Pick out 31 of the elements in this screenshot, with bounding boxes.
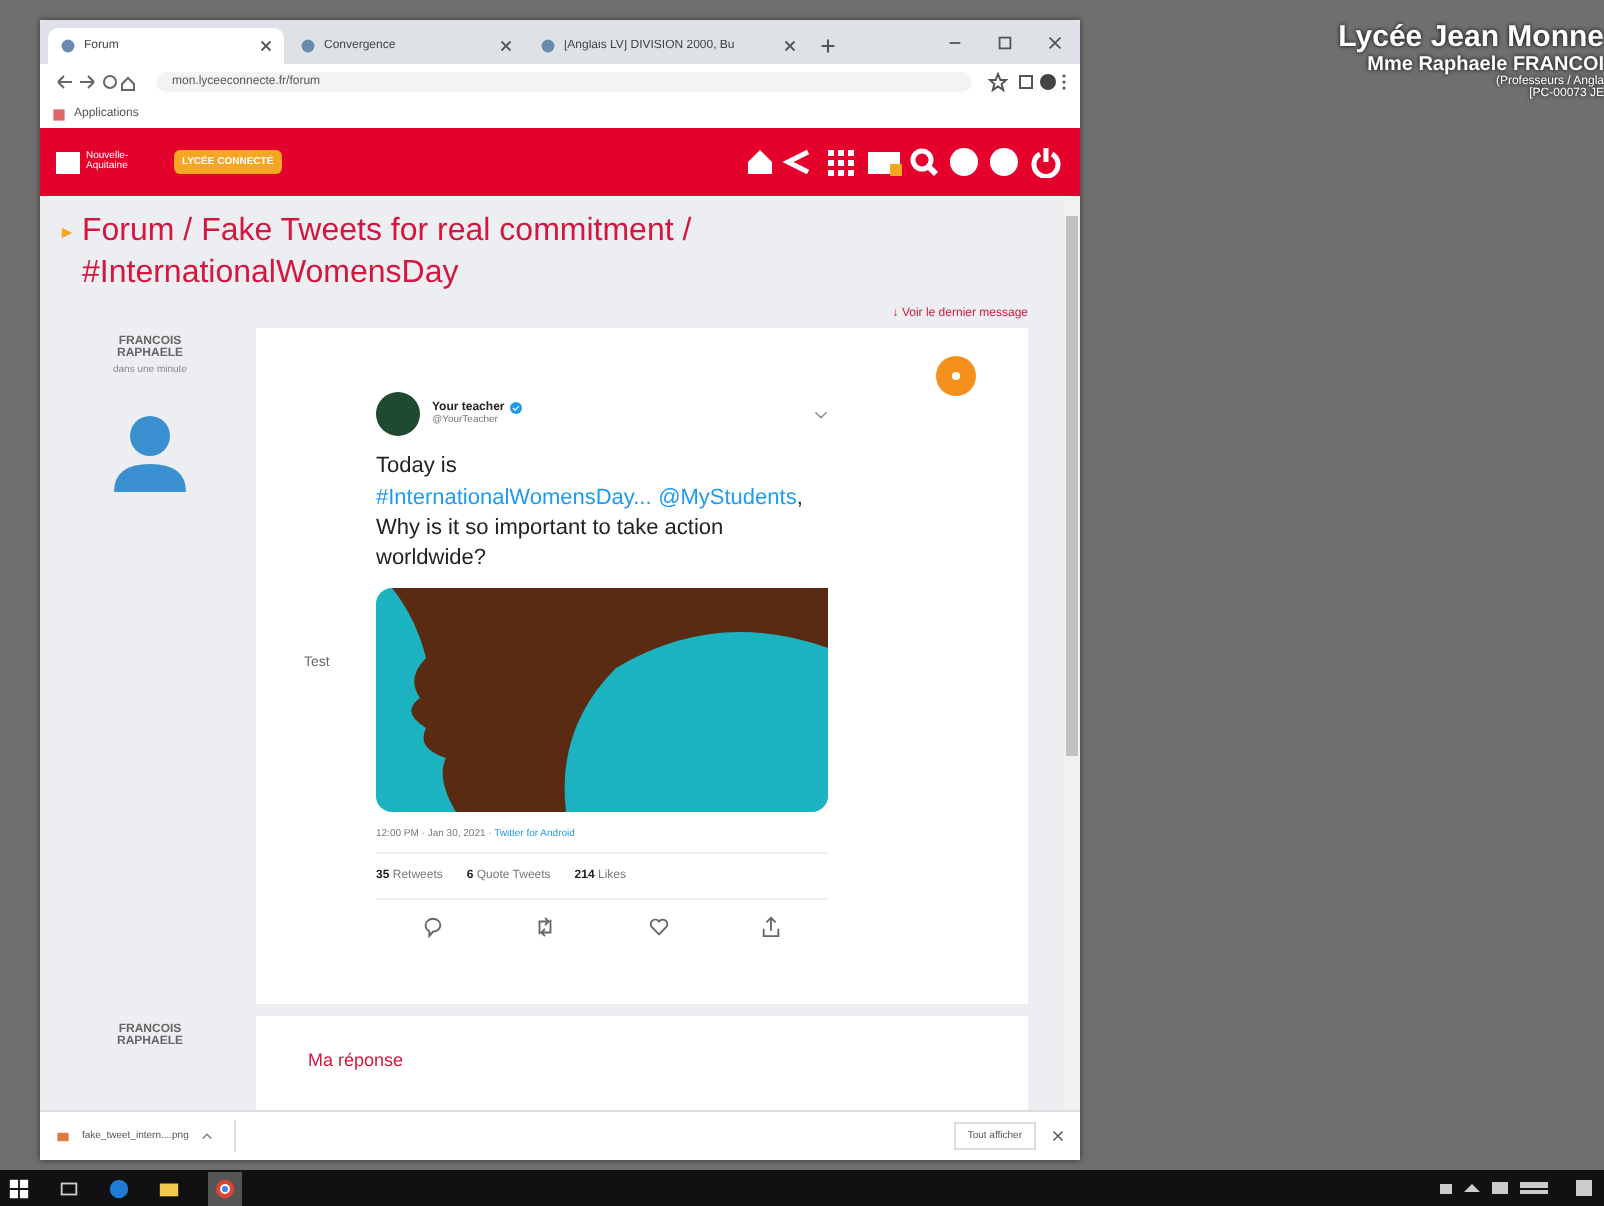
close-icon[interactable] [1052, 1130, 1064, 1142]
desktop-info-text: Mme Raphaele FRANCOI [1367, 54, 1604, 76]
bullet-icon [60, 226, 74, 240]
scrollbar-thumb[interactable] [1066, 216, 1078, 756]
close-icon[interactable] [784, 40, 796, 52]
navigation-icons[interactable] [52, 72, 140, 92]
desktop-info-text: Lycée Jean Monne [1338, 20, 1604, 54]
share-icon[interactable] [760, 915, 783, 938]
retweet-icon[interactable] [534, 915, 557, 938]
toolbar-icons[interactable] [988, 72, 1068, 92]
close-icon[interactable] [260, 40, 272, 52]
edge-browser-icon[interactable] [108, 1177, 130, 1199]
tweet-text: Today is #InternationalWomensDay... @MyStudents, Why is it so important to take action worldwide? [376, 452, 805, 575]
close-icon[interactable] [500, 40, 512, 52]
maximize-icon[interactable] [996, 33, 1014, 51]
image-file-icon [56, 1129, 70, 1143]
chrome-browser-icon[interactable] [208, 1171, 242, 1205]
task-view-icon[interactable] [58, 1177, 80, 1199]
reply-icon[interactable] [421, 915, 444, 938]
verified-icon [510, 402, 523, 415]
header-icons[interactable] [744, 146, 1064, 178]
caret-icon [200, 1129, 215, 1143]
page-title: Forum / Fake Tweets for real commitment / #InternationalWomensDay [82, 212, 694, 294]
close-icon[interactable] [1046, 33, 1064, 51]
heart-icon[interactable] [647, 915, 670, 938]
windows-start-icon[interactable] [8, 1177, 30, 1199]
profile-avatar-icon [376, 392, 420, 437]
apps-grid-icon [52, 107, 66, 121]
new-tab-icon[interactable] [820, 38, 836, 54]
chevron-icon[interactable] [814, 409, 828, 420]
system-tray-icons[interactable] [1436, 1176, 1596, 1200]
